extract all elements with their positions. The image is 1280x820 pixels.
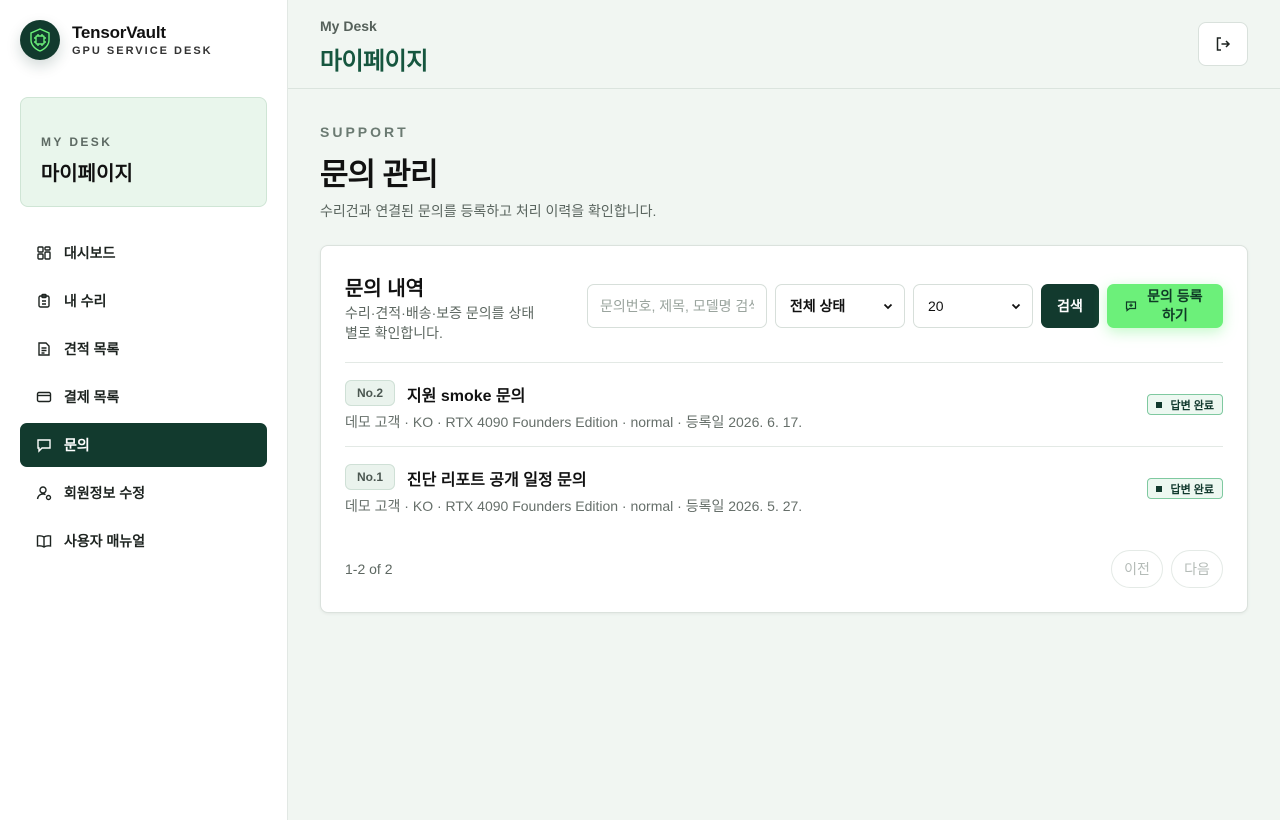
pagination-count: 1-2 of 2 — [345, 561, 393, 577]
panel-description: 수리·견적·배송·보증 문의를 상태별로 확인합니다. — [345, 305, 535, 341]
brand[interactable]: TensorVault GPU SERVICE DESK — [20, 20, 213, 60]
sidebar-item-label: 문의 — [64, 437, 90, 453]
desk-title: 마이페이지 — [41, 163, 133, 185]
my-desk-card: MY DESK 마이페이지 — [20, 97, 267, 207]
sidebar-item-profile[interactable]: 회원정보 수정 — [20, 471, 267, 515]
desk-eyebrow: MY DESK — [41, 135, 113, 149]
page-size-select[interactable]: 20 — [913, 284, 1033, 328]
sidebar-item-label: 회원정보 수정 — [64, 485, 146, 501]
brand-name: TensorVault — [72, 23, 166, 42]
status-dot-icon — [1156, 401, 1163, 408]
new-inquiry-label: 문의 등록하기 — [1147, 288, 1203, 323]
inquiry-row[interactable]: No.1 진단 리포트 공개 일정 문의 데모 고객 · KO · RTX 40… — [345, 446, 1223, 530]
inquiry-meta: 데모 고객 · KO · RTX 4090 Founders Edition ·… — [345, 498, 803, 514]
inquiry-title: 진단 리포트 공개 일정 문의 — [407, 472, 587, 489]
document-icon — [38, 342, 50, 356]
sidebar-item-label: 사용자 매뉴얼 — [64, 533, 146, 549]
page-description: 수리건과 연결된 문의를 등록하고 처리 이력을 확인합니다. — [320, 203, 657, 219]
prev-page-button[interactable]: 이전 — [1111, 550, 1163, 588]
book-icon — [36, 535, 52, 548]
sidebar-item-label: 대시보드 — [64, 245, 116, 261]
new-inquiry-button[interactable]: 문의 등록하기 — [1107, 284, 1223, 328]
inquiry-title: 지원 smoke 문의 — [407, 388, 526, 405]
status-badge-label: 답변 완료 — [1170, 399, 1214, 412]
sidebar-item-my-repairs[interactable]: 내 수리 — [20, 279, 267, 323]
chevron-down-icon — [1011, 303, 1021, 310]
inquiry-number: No.2 — [345, 380, 395, 406]
chat-plus-icon — [1125, 301, 1137, 312]
user-settings-icon — [36, 486, 52, 501]
status-badge: 답변 완료 — [1147, 394, 1223, 415]
logo-icon — [20, 20, 60, 60]
inquiry-panel: 문의 내역 수리·견적·배송·보증 문의를 상태별로 확인합니다. 전체 상태 … — [320, 245, 1248, 613]
sidebar-item-label: 견적 목록 — [64, 341, 120, 357]
search-button[interactable]: 검색 — [1041, 284, 1099, 328]
sidebar-nav: 대시보드 내 수리 견적 목록 결제 목록 문의 회원정보 수정 사용자 매뉴얼 — [20, 231, 267, 567]
chat-icon — [37, 439, 51, 453]
page-title: 문의 관리 — [320, 157, 439, 192]
inquiry-number: No.1 — [345, 464, 395, 490]
logout-button[interactable] — [1198, 22, 1248, 66]
brand-subtitle: GPU SERVICE DESK — [72, 45, 213, 57]
status-select-value: 전체 상태 — [790, 298, 846, 314]
sidebar-item-payments[interactable]: 결제 목록 — [20, 375, 267, 419]
search-input[interactable] — [587, 284, 767, 328]
dashboard-icon — [37, 246, 51, 260]
status-badge: 답변 완료 — [1147, 478, 1223, 499]
clipboard-icon — [38, 293, 50, 308]
inquiry-meta: 데모 고객 · KO · RTX 4090 Founders Edition ·… — [345, 414, 803, 430]
status-select[interactable]: 전체 상태 — [775, 284, 905, 328]
inquiry-row[interactable]: No.2 지원 smoke 문의 데모 고객 · KO · RTX 4090 F… — [345, 362, 1223, 446]
header-title: 마이페이지 — [320, 48, 428, 75]
sidebar-item-manual[interactable]: 사용자 매뉴얼 — [20, 519, 267, 563]
sidebar-item-inquiry[interactable]: 문의 — [20, 423, 267, 467]
next-page-button[interactable]: 다음 — [1171, 550, 1223, 588]
chevron-down-icon — [883, 303, 893, 310]
sidebar-item-label: 결제 목록 — [64, 389, 120, 405]
status-badge-label: 답변 완료 — [1170, 483, 1214, 496]
card-icon — [36, 391, 52, 403]
sidebar-item-label: 내 수리 — [64, 293, 107, 309]
top-bar: My Desk 마이페이지 — [288, 0, 1280, 89]
page-size-value: 20 — [928, 298, 944, 314]
logout-icon — [1216, 37, 1231, 51]
status-dot-icon — [1156, 485, 1163, 492]
panel-title: 문의 내역 — [345, 278, 425, 300]
page-eyebrow: SUPPORT — [320, 124, 409, 140]
breadcrumb: My Desk — [320, 18, 377, 34]
sidebar-item-quotes[interactable]: 견적 목록 — [20, 327, 267, 371]
sidebar: TensorVault GPU SERVICE DESK MY DESK 마이페… — [0, 0, 288, 820]
sidebar-item-dashboard[interactable]: 대시보드 — [20, 231, 267, 275]
